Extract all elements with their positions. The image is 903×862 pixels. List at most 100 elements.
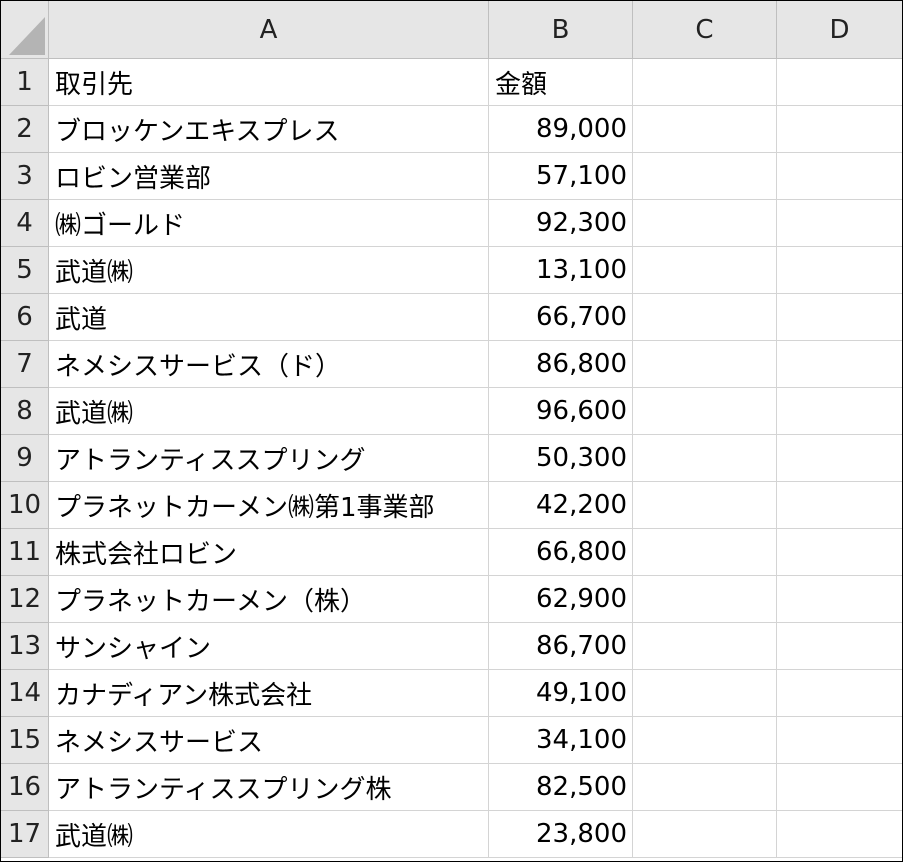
cell-c[interactable] <box>633 764 777 811</box>
cell-b[interactable]: 62,900 <box>489 576 633 623</box>
cell-b[interactable]: 42,200 <box>489 482 633 529</box>
cell-b[interactable]: 13,100 <box>489 247 633 294</box>
sheet-row: 4 ㈱ゴールド 92,300 <box>1 200 902 247</box>
row-header[interactable]: 13 <box>1 623 49 670</box>
column-header-d[interactable]: D <box>777 1 902 59</box>
cell-d[interactable] <box>777 529 902 576</box>
cell-d[interactable] <box>777 59 902 106</box>
cell-d[interactable] <box>777 153 902 200</box>
cell-b[interactable]: 57,100 <box>489 153 633 200</box>
cell-a[interactable]: サンシャイン <box>49 623 489 670</box>
sheet-row: 12 プラネットカーメン（株） 62,900 <box>1 576 902 623</box>
cell-a[interactable]: ㈱ゴールド <box>49 200 489 247</box>
sheet-row: 9 アトランティススプリング 50,300 <box>1 435 902 482</box>
sheet-row: 15 ネメシスサービス 34,100 <box>1 717 902 764</box>
cell-d[interactable] <box>777 294 902 341</box>
cell-c[interactable] <box>633 482 777 529</box>
cell-b[interactable]: 66,700 <box>489 294 633 341</box>
cell-a[interactable]: アトランティススプリング株 <box>49 764 489 811</box>
sheet-row: 2 ブロッケンエキスプレス 89,000 <box>1 106 902 153</box>
cell-d[interactable] <box>777 200 902 247</box>
cell-a[interactable]: プラネットカーメン（株） <box>49 576 489 623</box>
cell-d[interactable] <box>777 482 902 529</box>
cell-c[interactable] <box>633 435 777 482</box>
cell-b[interactable]: 89,000 <box>489 106 633 153</box>
row-header[interactable]: 5 <box>1 247 49 294</box>
cell-a[interactable]: 武道 <box>49 294 489 341</box>
cell-c[interactable] <box>633 59 777 106</box>
cell-c[interactable] <box>633 811 777 858</box>
cell-c[interactable] <box>633 717 777 764</box>
cell-d[interactable] <box>777 106 902 153</box>
column-header-row: A B C D <box>1 1 902 59</box>
cell-b[interactable]: 49,100 <box>489 670 633 717</box>
cell-c[interactable] <box>633 623 777 670</box>
cell-d[interactable] <box>777 247 902 294</box>
cell-a[interactable]: 株式会社ロビン <box>49 529 489 576</box>
row-header[interactable]: 3 <box>1 153 49 200</box>
cell-a[interactable]: ブロッケンエキスプレス <box>49 106 489 153</box>
cell-d[interactable] <box>777 764 902 811</box>
row-header[interactable]: 11 <box>1 529 49 576</box>
row-header[interactable]: 10 <box>1 482 49 529</box>
sheet-row: 1 取引先 金額 <box>1 59 902 106</box>
sheet-row: 13 サンシャイン 86,700 <box>1 623 902 670</box>
row-header[interactable]: 4 <box>1 200 49 247</box>
cell-b[interactable]: 金額 <box>489 59 633 106</box>
cell-b[interactable]: 86,800 <box>489 341 633 388</box>
cell-a[interactable]: カナディアン株式会社 <box>49 670 489 717</box>
row-header[interactable]: 7 <box>1 341 49 388</box>
cell-c[interactable] <box>633 106 777 153</box>
row-header[interactable]: 14 <box>1 670 49 717</box>
cell-a[interactable]: プラネットカーメン㈱第1事業部 <box>49 482 489 529</box>
row-header[interactable]: 12 <box>1 576 49 623</box>
cell-c[interactable] <box>633 341 777 388</box>
cell-b[interactable]: 92,300 <box>489 200 633 247</box>
cell-a[interactable]: ロビン営業部 <box>49 153 489 200</box>
cell-c[interactable] <box>633 576 777 623</box>
cell-a[interactable]: 武道㈱ <box>49 811 489 858</box>
cell-d[interactable] <box>777 341 902 388</box>
cell-a[interactable]: 武道㈱ <box>49 388 489 435</box>
cell-d[interactable] <box>777 717 902 764</box>
cell-b[interactable]: 82,500 <box>489 764 633 811</box>
cell-a[interactable]: 武道㈱ <box>49 247 489 294</box>
column-header-b[interactable]: B <box>489 1 633 59</box>
sheet-row: 7 ネメシスサービス（ド） 86,800 <box>1 341 902 388</box>
cell-a[interactable]: アトランティススプリング <box>49 435 489 482</box>
cell-b[interactable]: 34,100 <box>489 717 633 764</box>
cell-c[interactable] <box>633 247 777 294</box>
row-header[interactable]: 1 <box>1 59 49 106</box>
cell-c[interactable] <box>633 153 777 200</box>
cell-a[interactable]: 取引先 <box>49 59 489 106</box>
cell-c[interactable] <box>633 294 777 341</box>
cell-b[interactable]: 96,600 <box>489 388 633 435</box>
select-all-button[interactable] <box>1 1 49 59</box>
cell-c[interactable] <box>633 670 777 717</box>
cell-b[interactable]: 50,300 <box>489 435 633 482</box>
cell-d[interactable] <box>777 811 902 858</box>
row-header[interactable]: 2 <box>1 106 49 153</box>
cell-d[interactable] <box>777 623 902 670</box>
cell-d[interactable] <box>777 388 902 435</box>
row-header[interactable]: 15 <box>1 717 49 764</box>
row-header[interactable]: 6 <box>1 294 49 341</box>
column-header-a[interactable]: A <box>49 1 489 59</box>
cell-c[interactable] <box>633 200 777 247</box>
cell-b[interactable]: 86,700 <box>489 623 633 670</box>
row-header[interactable]: 9 <box>1 435 49 482</box>
cell-b[interactable]: 66,800 <box>489 529 633 576</box>
row-header[interactable]: 16 <box>1 764 49 811</box>
cell-c[interactable] <box>633 529 777 576</box>
cell-d[interactable] <box>777 576 902 623</box>
cell-d[interactable] <box>777 435 902 482</box>
cell-c[interactable] <box>633 388 777 435</box>
row-header[interactable]: 8 <box>1 388 49 435</box>
cell-b[interactable]: 23,800 <box>489 811 633 858</box>
cell-d[interactable] <box>777 670 902 717</box>
column-header-c[interactable]: C <box>633 1 777 59</box>
sheet-row: 6 武道 66,700 <box>1 294 902 341</box>
cell-a[interactable]: ネメシスサービス（ド） <box>49 341 489 388</box>
row-header[interactable]: 17 <box>1 811 49 858</box>
cell-a[interactable]: ネメシスサービス <box>49 717 489 764</box>
